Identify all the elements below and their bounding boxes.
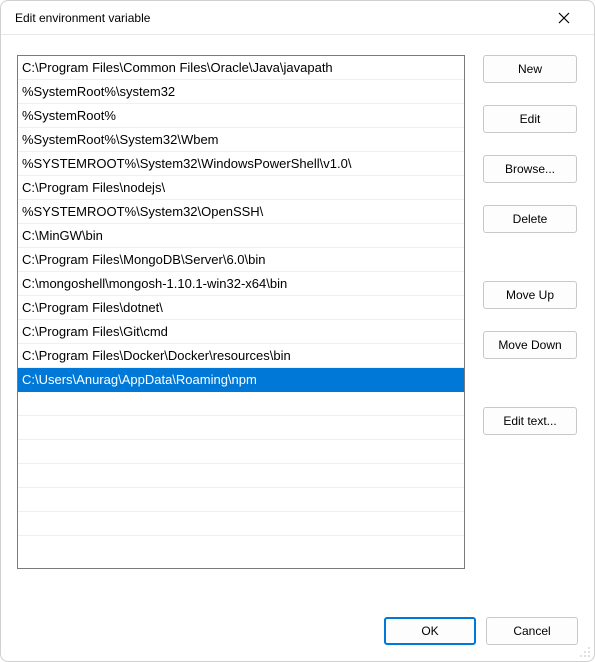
list-item[interactable]: C:\MinGW\bin <box>18 224 464 248</box>
side-button-panel: New Edit Browse... Delete Move Up Move D… <box>483 55 577 569</box>
move-up-button[interactable]: Move Up <box>483 281 577 309</box>
list-item[interactable] <box>18 392 464 416</box>
list-item[interactable] <box>18 512 464 536</box>
delete-button[interactable]: Delete <box>483 205 577 233</box>
list-item[interactable] <box>18 536 464 560</box>
list-item[interactable]: C:\Program Files\MongoDB\Server\6.0\bin <box>18 248 464 272</box>
list-item[interactable]: C:\mongoshell\mongosh-1.10.1-win32-x64\b… <box>18 272 464 296</box>
list-item[interactable] <box>18 488 464 512</box>
list-item[interactable]: %SYSTEMROOT%\System32\OpenSSH\ <box>18 200 464 224</box>
edit-button[interactable]: Edit <box>483 105 577 133</box>
close-icon <box>558 12 570 24</box>
dialog-content: C:\Program Files\Common Files\Oracle\Jav… <box>1 35 594 583</box>
list-item[interactable]: C:\Program Files\nodejs\ <box>18 176 464 200</box>
dialog-footer: OK Cancel <box>384 617 578 645</box>
resize-grip[interactable] <box>577 644 591 658</box>
close-button[interactable] <box>544 4 584 32</box>
path-list[interactable]: C:\Program Files\Common Files\Oracle\Jav… <box>17 55 465 569</box>
cancel-button[interactable]: Cancel <box>486 617 578 645</box>
list-item[interactable]: %SystemRoot% <box>18 104 464 128</box>
list-item[interactable]: %SystemRoot%\system32 <box>18 80 464 104</box>
list-item[interactable]: %SystemRoot%\System32\Wbem <box>18 128 464 152</box>
list-item[interactable] <box>18 464 464 488</box>
edit-text-button[interactable]: Edit text... <box>483 407 577 435</box>
dialog-title: Edit environment variable <box>15 11 150 25</box>
list-item[interactable]: C:\Users\Anurag\AppData\Roaming\npm <box>18 368 464 392</box>
list-item[interactable] <box>18 440 464 464</box>
list-item[interactable]: %SYSTEMROOT%\System32\WindowsPowerShell\… <box>18 152 464 176</box>
list-item[interactable] <box>18 416 464 440</box>
ok-button[interactable]: OK <box>384 617 476 645</box>
list-item[interactable]: C:\Program Files\Git\cmd <box>18 320 464 344</box>
list-item[interactable]: C:\Program Files\dotnet\ <box>18 296 464 320</box>
titlebar: Edit environment variable <box>1 1 594 35</box>
move-down-button[interactable]: Move Down <box>483 331 577 359</box>
new-button[interactable]: New <box>483 55 577 83</box>
list-item[interactable]: C:\Program Files\Docker\Docker\resources… <box>18 344 464 368</box>
browse-button[interactable]: Browse... <box>483 155 577 183</box>
list-item[interactable]: C:\Program Files\Common Files\Oracle\Jav… <box>18 56 464 80</box>
